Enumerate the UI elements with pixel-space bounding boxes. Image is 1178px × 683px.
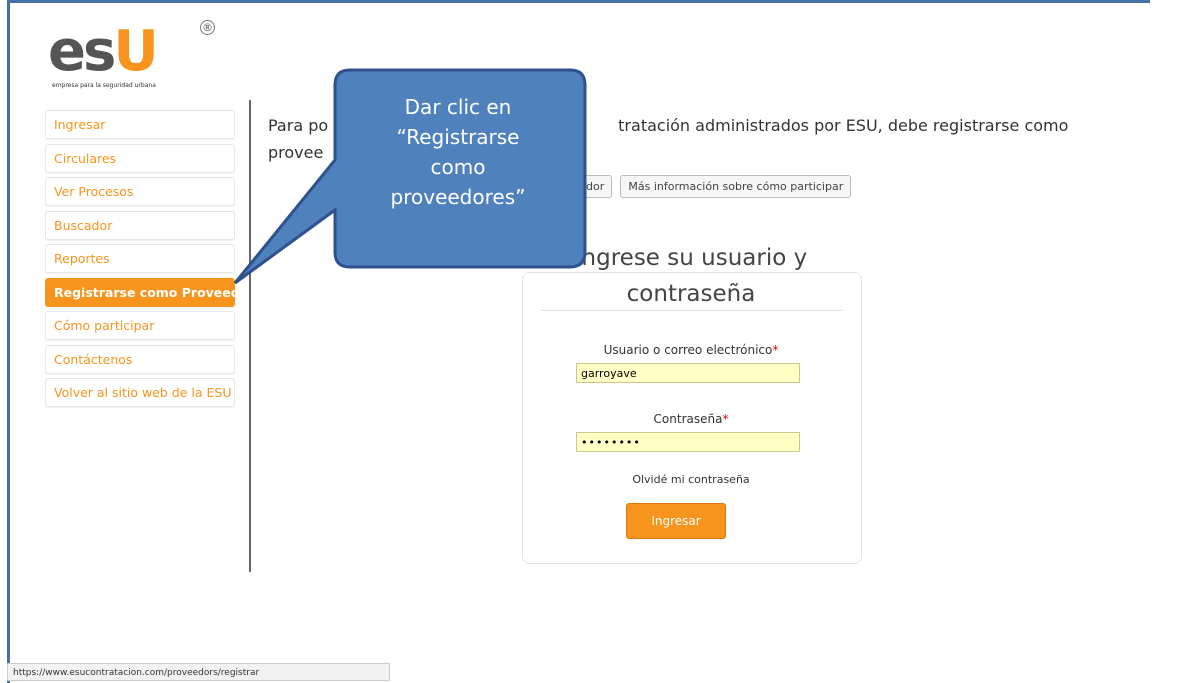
esu-logo[interactable]: esU ® empresa para la seguridad urbana (44, 20, 224, 90)
window-frame-left (7, 0, 10, 683)
sidebar-item-volver[interactable]: Volver al sitio web de la ESU (45, 378, 235, 407)
logo-text-es: es (48, 19, 116, 84)
sidebar-item-reportes[interactable]: Reportes (45, 244, 235, 273)
password-label-text: Contraseña (653, 412, 723, 426)
callout-text: Dar clic en “Registrarse como proveedore… (334, 92, 582, 212)
intro-line1-start: Para po (268, 116, 329, 135)
callout-line-2: “Registrarse (396, 125, 520, 149)
sidebar-item-circulares[interactable]: Circulares (45, 143, 235, 173)
sidebar-item-registrarse[interactable]: Registrarse como Proveedor (45, 277, 254, 307)
registered-mark-icon: ® (200, 20, 215, 35)
vertical-divider (249, 100, 251, 572)
password-input[interactable] (576, 432, 800, 452)
intro-line2: provee (268, 143, 324, 162)
sidebar-item-como-participar[interactable]: Cómo participar (45, 311, 235, 340)
password-label: Contraseña* (522, 412, 860, 426)
sidebar-item-ver-procesos[interactable]: Ver Procesos (45, 177, 235, 206)
username-input[interactable] (576, 363, 800, 383)
callout-line-3: como (430, 155, 486, 179)
login-submit-button[interactable]: Ingresar (626, 503, 726, 539)
login-title: Ingrese su usuario y contraseña (574, 245, 808, 307)
callout-line-1: Dar clic en (404, 95, 512, 119)
sidebar-menu: Ingresar Circulares Ver Procesos Buscado… (45, 110, 254, 412)
logo-wordmark: esU (48, 24, 159, 80)
more-info-button[interactable]: Más información sobre cómo participar (620, 175, 852, 198)
sidebar-item-buscador[interactable]: Buscador (45, 210, 235, 240)
required-mark: * (772, 343, 779, 357)
logo-text-u: U (113, 19, 159, 84)
forgot-password-link[interactable]: Olvidé mi contraseña (522, 473, 860, 486)
username-label: Usuario o correo electrónico* (522, 343, 860, 357)
login-separator (540, 310, 843, 311)
status-bar-url: https://www.esucontratacion.com/proveedo… (7, 663, 390, 681)
required-mark: * (722, 412, 729, 426)
callout-line-4: proveedores” (390, 185, 526, 209)
username-label-text: Usuario o correo electrónico (603, 343, 773, 357)
sidebar-item-ingresar[interactable]: Ingresar (45, 110, 235, 139)
intro-line1-end: tratación administrados por ESU, debe re… (618, 116, 1069, 135)
logo-tagline: empresa para la seguridad urbana (52, 82, 156, 89)
action-buttons: proveedor Más información sobre cómo par… (540, 175, 854, 198)
sidebar-item-contactenos[interactable]: Contáctenos (45, 344, 235, 374)
window-frame-top (7, 0, 1150, 3)
